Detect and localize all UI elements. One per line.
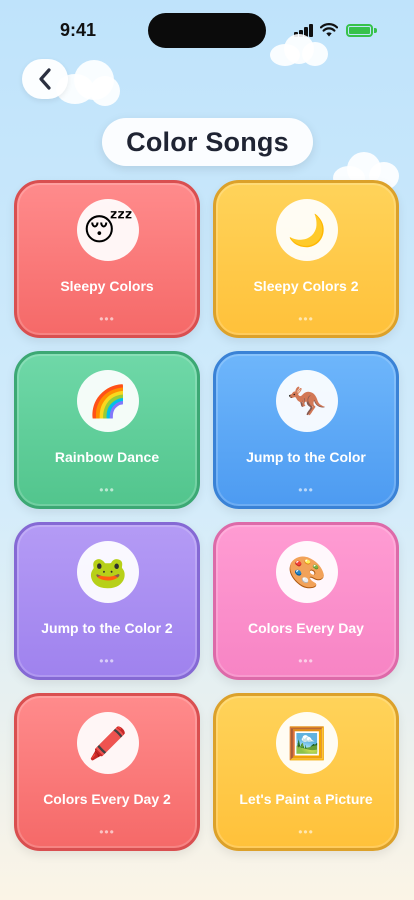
song-title: Sleepy Colors <box>60 278 154 294</box>
song-card-jump-to-the-color-2[interactable]: 🐸 Jump to the Color 2 ••• <box>14 522 200 680</box>
status-time: 9:41 <box>60 20 97 40</box>
song-card-sleepy-colors[interactable]: 😴 Sleepy Colors ••• <box>14 180 200 338</box>
artist-palette-icon: 🎨 <box>276 541 338 603</box>
song-card-jump-to-the-color[interactable]: 🦘 Jump to the Color ••• <box>213 351 399 509</box>
song-title: Rainbow Dance <box>54 449 160 465</box>
chevron-left-icon <box>39 68 51 90</box>
song-card-colors-every-day-2[interactable]: 🖍️ Colors Every Day 2 ••• <box>14 693 200 851</box>
more-dots-icon: ••• <box>298 312 314 326</box>
more-dots-icon: ••• <box>298 654 314 668</box>
crescent-moon-icon: 🌙 <box>276 199 338 261</box>
status-bar: 9:41 <box>0 0 414 56</box>
battery-icon <box>346 24 373 37</box>
cloud-decoration <box>270 34 330 66</box>
song-title: Jump to the Color <box>246 449 366 465</box>
more-dots-icon: ••• <box>298 483 314 497</box>
more-dots-icon: ••• <box>99 483 115 497</box>
back-button[interactable] <box>22 59 68 99</box>
framed-picture-icon: 🖼️ <box>276 712 338 774</box>
battery-fill <box>349 27 370 34</box>
song-card-rainbow-dance[interactable]: 🌈 Rainbow Dance ••• <box>14 351 200 509</box>
song-title: Colors Every Day 2 <box>43 791 171 807</box>
dynamic-island <box>148 13 266 48</box>
song-card-colors-every-day[interactable]: 🎨 Colors Every Day ••• <box>213 522 399 680</box>
song-title: Colors Every Day <box>248 620 364 636</box>
more-dots-icon: ••• <box>298 825 314 839</box>
more-dots-icon: ••• <box>99 654 115 668</box>
frog-icon: 🐸 <box>77 541 139 603</box>
song-card-lets-paint-a-picture[interactable]: 🖼️ Let's Paint a Picture ••• <box>213 693 399 851</box>
crayon-icon: 🖍️ <box>77 712 139 774</box>
more-dots-icon: ••• <box>99 312 115 326</box>
song-card-sleepy-colors-2[interactable]: 🌙 Sleepy Colors 2 ••• <box>213 180 399 338</box>
battery-cap <box>374 28 377 33</box>
more-dots-icon: ••• <box>99 825 115 839</box>
page-title: Color Songs <box>126 126 289 157</box>
kangaroo-icon: 🦘 <box>276 370 338 432</box>
song-title: Sleepy Colors 2 <box>253 278 359 294</box>
page-title-pill: Color Songs <box>102 118 313 166</box>
rainbow-icon: 🌈 <box>77 370 139 432</box>
song-title: Jump to the Color 2 <box>41 620 173 636</box>
song-title: Let's Paint a Picture <box>239 791 373 807</box>
sleeping-face-icon: 😴 <box>77 199 139 261</box>
